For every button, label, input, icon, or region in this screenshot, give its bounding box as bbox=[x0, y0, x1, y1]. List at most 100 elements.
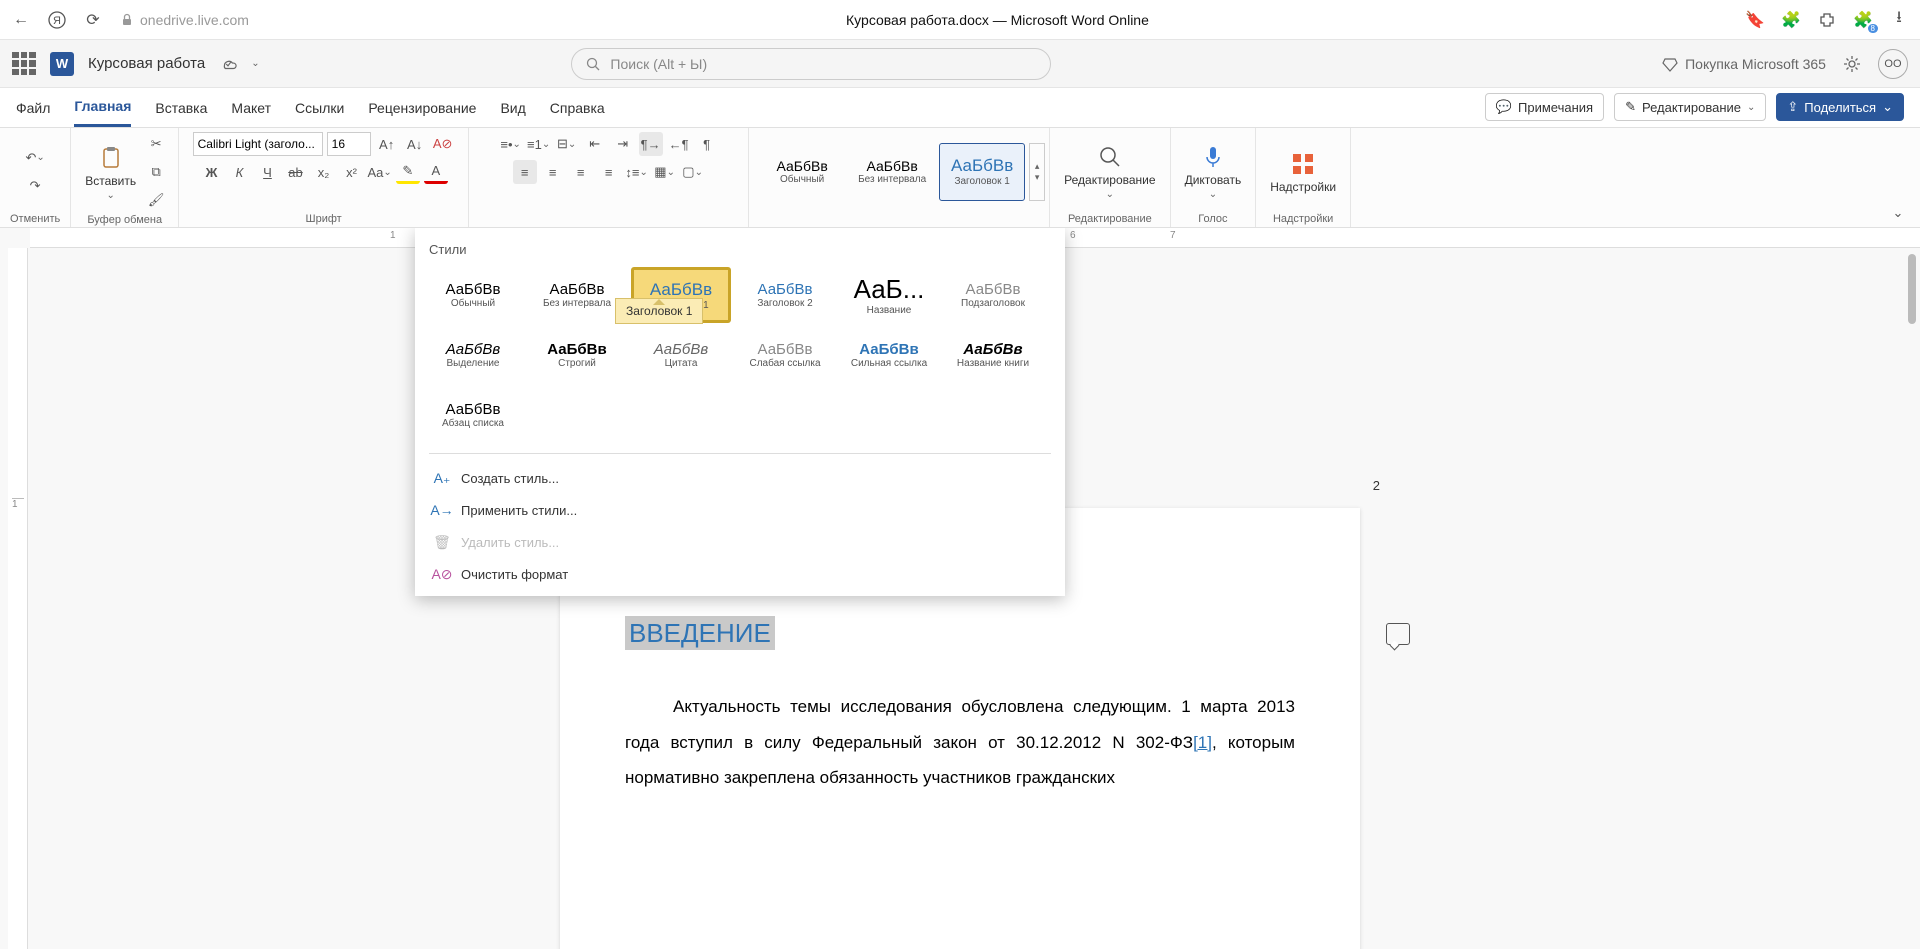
share-button[interactable]: ⇪Поделиться⌄ bbox=[1776, 93, 1904, 121]
tab-references[interactable]: Ссылки bbox=[295, 88, 344, 127]
footnote-link[interactable]: [1] bbox=[1193, 733, 1212, 752]
app-launcher-icon[interactable] bbox=[12, 52, 36, 76]
comments-button[interactable]: 💬Примечания bbox=[1485, 93, 1604, 121]
doc-menu-chevron-icon[interactable]: ⌄ bbox=[251, 58, 259, 69]
style-option[interactable]: АаБбВвЦитата bbox=[631, 327, 731, 383]
clear-format-button[interactable]: A⊘ bbox=[431, 132, 455, 156]
create-style-action[interactable]: A₊Создать стиль... bbox=[415, 462, 1065, 494]
style-heading1[interactable]: АаБбВвЗаголовок 1 bbox=[939, 143, 1025, 201]
style-option[interactable]: АаБбВвПодзаголовок bbox=[943, 267, 1043, 323]
bold-button[interactable]: Ж bbox=[199, 160, 223, 184]
style-option[interactable]: АаБбВвБез интервала bbox=[527, 267, 627, 323]
user-avatar[interactable]: ОО bbox=[1878, 49, 1908, 79]
align-left-button[interactable]: ≡ bbox=[513, 160, 537, 184]
outdent-button[interactable]: ⇤ bbox=[583, 132, 607, 156]
downloads-icon[interactable]: ⭳ bbox=[1890, 11, 1908, 29]
ltr-button[interactable]: ¶→ bbox=[639, 132, 663, 156]
style-option[interactable]: АаБбВвСильная ссылка bbox=[839, 327, 939, 383]
find-replace-button[interactable]: Редактирование⌄ bbox=[1060, 139, 1159, 204]
word-app-icon[interactable]: W bbox=[50, 52, 74, 76]
vertical-scrollbar[interactable] bbox=[1904, 248, 1918, 949]
style-option[interactable]: АаБ...Название bbox=[839, 267, 939, 323]
extensions-icon[interactable] bbox=[1818, 11, 1836, 29]
body-paragraph[interactable]: Актуальность темы исследования обусловле… bbox=[625, 689, 1295, 796]
italic-button[interactable]: К bbox=[227, 160, 251, 184]
align-center-button[interactable]: ≡ bbox=[541, 160, 565, 184]
strike-button[interactable]: ab bbox=[283, 160, 307, 184]
search-input[interactable]: Поиск (Alt + Ы) bbox=[571, 48, 1051, 80]
line-spacing-button[interactable]: ↕≡⌄ bbox=[625, 160, 649, 184]
redo-button[interactable]: ↷ bbox=[23, 174, 47, 198]
numbering-button[interactable]: ≡1⌄ bbox=[527, 132, 551, 156]
highlight-button[interactable]: ✎ bbox=[396, 160, 420, 184]
style-option[interactable]: АаБбВвАбзац списка bbox=[423, 387, 523, 443]
grow-font-button[interactable]: A↑ bbox=[375, 132, 399, 156]
settings-icon[interactable] bbox=[1842, 54, 1862, 74]
styles-expand-button[interactable]: ▴▾ bbox=[1029, 143, 1045, 201]
copy-button[interactable]: ⧉ bbox=[144, 160, 168, 184]
document-name[interactable]: Курсовая работа bbox=[88, 55, 205, 72]
subscript-button[interactable]: x₂ bbox=[311, 160, 335, 184]
paste-button[interactable]: Вставить ⌄ bbox=[81, 140, 140, 205]
tab-layout[interactable]: Макет bbox=[231, 88, 271, 127]
dictate-button[interactable]: Диктовать⌄ bbox=[1181, 139, 1246, 204]
show-marks-button[interactable]: ¶ bbox=[695, 132, 719, 156]
group-label: Надстройки bbox=[1266, 211, 1340, 225]
style-normal[interactable]: АаБбВвОбычный bbox=[759, 143, 845, 201]
clear-format-action[interactable]: A⊘Очистить формат bbox=[415, 558, 1065, 590]
shrink-font-button[interactable]: A↓ bbox=[403, 132, 427, 156]
style-nospacing[interactable]: АаБбВвБез интервала bbox=[849, 143, 935, 201]
undo-button[interactable]: ↶ ⌄ bbox=[23, 146, 47, 170]
rtl-button[interactable]: ←¶ bbox=[667, 132, 691, 156]
shading-button[interactable]: ▦⌄ bbox=[653, 160, 677, 184]
microphone-icon bbox=[1199, 143, 1227, 171]
editing-mode-button[interactable]: ✎Редактирование⌄ bbox=[1614, 93, 1766, 121]
underline-button[interactable]: Ч bbox=[255, 160, 279, 184]
style-tooltip: Заголовок 1 bbox=[615, 298, 703, 324]
format-painter-button[interactable]: 🖌 bbox=[144, 188, 168, 212]
justify-button[interactable]: ≡ bbox=[597, 160, 621, 184]
vertical-ruler[interactable]: 1 bbox=[8, 248, 28, 949]
font-name-select[interactable] bbox=[193, 132, 323, 156]
tab-file[interactable]: Файл bbox=[16, 88, 50, 127]
search-icon bbox=[586, 57, 600, 71]
styles-gallery-panel: Стили АаБбВвОбычныйАаБбВвБез интервалаАа… bbox=[415, 228, 1065, 596]
scrollbar-thumb[interactable] bbox=[1908, 254, 1916, 324]
address-bar[interactable]: onedrive.live.com bbox=[120, 12, 249, 28]
add-comment-icon[interactable] bbox=[1386, 623, 1410, 645]
extension-icon-2[interactable]: 🧩8 bbox=[1854, 11, 1872, 29]
bookmark-icon[interactable]: 🔖 bbox=[1746, 11, 1764, 29]
multilevel-button[interactable]: ⊟⌄ bbox=[555, 132, 579, 156]
bullets-button[interactable]: ≡•⌄ bbox=[499, 132, 523, 156]
extension-icon-1[interactable]: 🧩 bbox=[1782, 11, 1800, 29]
group-label bbox=[479, 211, 738, 225]
addins-button[interactable]: Надстройки bbox=[1266, 146, 1340, 198]
style-option[interactable]: АаБбВвНазвание книги bbox=[943, 327, 1043, 383]
font-color-button[interactable]: A bbox=[424, 160, 448, 184]
tab-home[interactable]: Главная bbox=[74, 88, 131, 127]
indent-button[interactable]: ⇥ bbox=[611, 132, 635, 156]
buy-premium-link[interactable]: Покупка Microsoft 365 bbox=[1661, 55, 1826, 73]
style-option[interactable]: АаБбВвСтрогий bbox=[527, 327, 627, 383]
tab-insert[interactable]: Вставка bbox=[155, 88, 207, 127]
yandex-home-icon[interactable]: Я bbox=[48, 11, 66, 29]
back-icon[interactable]: ← bbox=[12, 11, 30, 29]
cut-button[interactable]: ✂ bbox=[144, 132, 168, 156]
collapse-ribbon-button[interactable]: ⌄ bbox=[1886, 201, 1910, 225]
style-option[interactable]: АаБбВвСлабая ссылка bbox=[735, 327, 835, 383]
style-option[interactable]: АаБбВвВыделение bbox=[423, 327, 523, 383]
font-size-select[interactable] bbox=[327, 132, 371, 156]
apply-styles-action[interactable]: A→Применить стили... bbox=[415, 494, 1065, 526]
borders-button[interactable]: ▢⌄ bbox=[681, 160, 705, 184]
align-right-button[interactable]: ≡ bbox=[569, 160, 593, 184]
heading-text[interactable]: ВВЕДЕНИЕ bbox=[625, 616, 775, 650]
tab-view[interactable]: Вид bbox=[500, 88, 525, 127]
style-option[interactable]: АаБбВвОбычный bbox=[423, 267, 523, 323]
search-placeholder: Поиск (Alt + Ы) bbox=[610, 56, 707, 72]
reload-icon[interactable]: ⟳ bbox=[84, 11, 102, 29]
superscript-button[interactable]: x² bbox=[339, 160, 363, 184]
change-case-button[interactable]: Aa⌄ bbox=[367, 160, 391, 184]
style-option[interactable]: АаБбВвЗаголовок 2 bbox=[735, 267, 835, 323]
tab-review[interactable]: Рецензирование bbox=[368, 88, 476, 127]
tab-help[interactable]: Справка bbox=[550, 88, 605, 127]
